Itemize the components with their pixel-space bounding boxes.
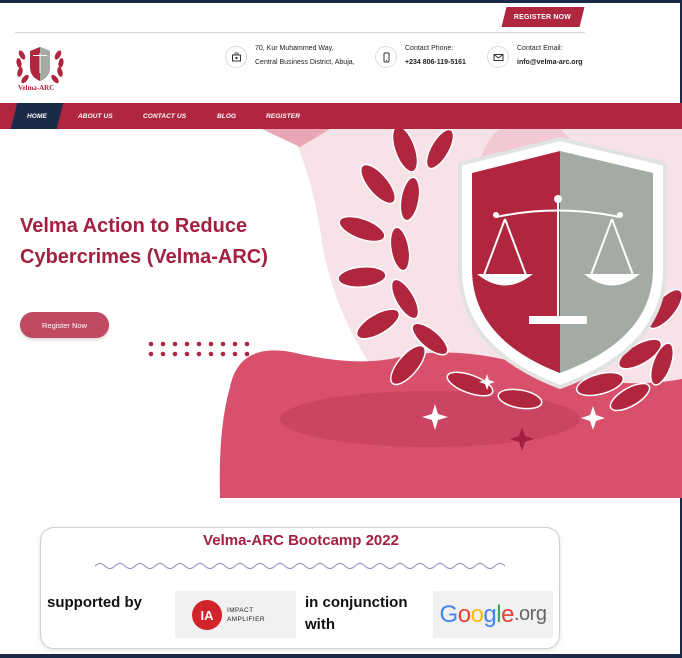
- decorative-dots: [148, 341, 250, 357]
- phone-value[interactable]: +234 806-119-5161: [405, 56, 466, 70]
- wavy-divider: [95, 563, 505, 569]
- conjunction-label: in conjunction with: [305, 594, 408, 633]
- hero-title-line2: Cybercrimes (Velma-ARC): [20, 246, 268, 268]
- mail-icon: [487, 46, 509, 68]
- nav-about-us[interactable]: ABOUT US: [78, 103, 113, 129]
- nav-register[interactable]: REGISTER: [266, 103, 300, 129]
- email-block: Contact Email: info@velma-arc.org: [487, 42, 583, 70]
- google-org-logo[interactable]: Go o g l e .org: [433, 591, 553, 638]
- ia-mark-icon: IA: [192, 600, 222, 630]
- bootcamp-title: Velma-ARC Bootcamp 2022: [203, 532, 399, 549]
- hero-title: Velma Action to Reduce Cybercrimes (Velm…: [20, 211, 320, 273]
- address-line1: 70, Kur Muhammed Way,: [255, 45, 334, 52]
- impact-amplifier-logo[interactable]: IA IMPACT AMPLIFIER: [175, 591, 296, 638]
- page: REGISTER NOW Velma-ARC 70, Kur Muhammed …: [0, 0, 682, 658]
- phone-label: Contact Phone:: [405, 45, 454, 52]
- bottom-border: [0, 654, 682, 658]
- email-label: Contact Email:: [517, 45, 563, 52]
- phone-icon: [375, 46, 397, 68]
- supported-by-label: supported by: [47, 594, 143, 611]
- hero-banner: Velma Action to Reduce Cybercrimes (Velm…: [0, 129, 682, 498]
- address-block: 70, Kur Muhammed Way, Central Business D…: [225, 42, 355, 70]
- email-value[interactable]: info@velma-arc.org: [517, 56, 583, 70]
- ia-text: IMPACT AMPLIFIER: [227, 607, 265, 623]
- logo-text: Velma-ARC: [18, 84, 55, 92]
- bootcamp-card: Velma-ARC Bootcamp 2022 supported by IA …: [40, 527, 560, 649]
- nav-home[interactable]: HOME: [27, 103, 47, 129]
- nav-blog[interactable]: BLOG: [217, 103, 236, 129]
- address-line2: Central Business District, Abuja,: [255, 59, 355, 66]
- hero-title-line1: Velma Action to Reduce: [20, 215, 248, 237]
- main-nav: HOME ABOUT US CONTACT US BLOG REGISTER: [0, 103, 682, 129]
- register-now-hero-button[interactable]: Register Now: [20, 312, 109, 338]
- divider: [15, 32, 585, 33]
- location-icon: [225, 46, 247, 68]
- phone-block: Contact Phone: +234 806-119-5161: [375, 42, 466, 70]
- top-border: [0, 0, 682, 3]
- register-now-button[interactable]: REGISTER NOW: [501, 7, 585, 27]
- register-now-label: REGISTER NOW: [514, 13, 572, 21]
- nav-contact-us[interactable]: CONTACT US: [143, 103, 186, 129]
